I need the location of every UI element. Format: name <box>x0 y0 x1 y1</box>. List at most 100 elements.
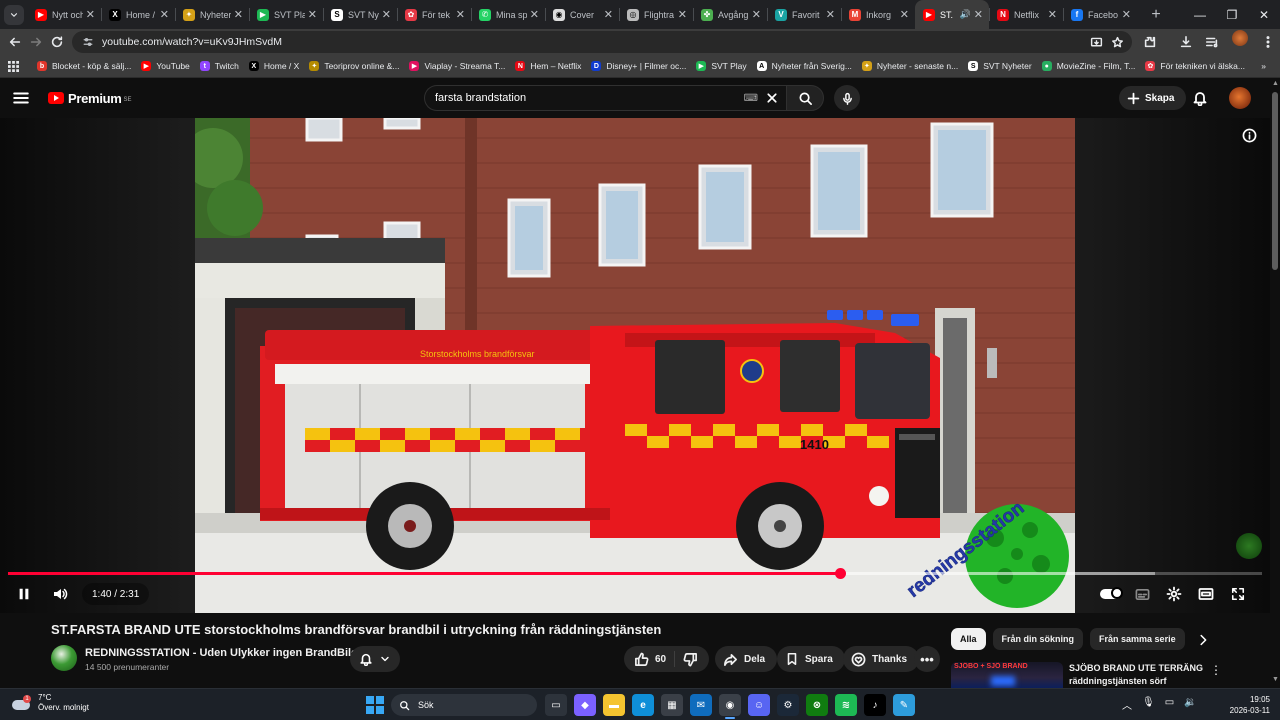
tray-overflow-chevron-icon[interactable]: ︿ <box>1122 697 1132 712</box>
tab-close-icon[interactable]: ✕ <box>678 8 687 21</box>
like-button[interactable]: 60 <box>634 652 666 667</box>
extensions-icon[interactable] <box>1138 30 1162 54</box>
page-scrollbar[interactable]: ▲ ▼ <box>1270 78 1280 688</box>
site-settings-icon[interactable] <box>82 36 94 48</box>
thanks-button[interactable]: Thanks <box>843 646 920 672</box>
filter-chip[interactable]: Alla <box>951 628 986 650</box>
bookmark-item[interactable]: D Disney+ | Filmer oc... <box>591 61 686 71</box>
browser-tab[interactable]: f Facebo ✕ <box>1063 0 1137 29</box>
filter-chip[interactable]: Från din sökning <box>992 628 1084 650</box>
kebab-menu-icon[interactable] <box>1256 30 1280 54</box>
tab-close-icon[interactable]: ✕ <box>234 8 243 21</box>
bookmark-item[interactable]: X Home / X <box>248 61 299 71</box>
chrome-icon[interactable]: ◉ <box>719 694 741 719</box>
volume-icon[interactable] <box>46 583 74 605</box>
browser-tab[interactable]: V Favorit ✕ <box>767 0 841 29</box>
channel-name[interactable]: REDNINGSSTATION - Uden Ulykker ingen Bra… <box>85 647 361 659</box>
windows-start-icon[interactable] <box>366 696 384 714</box>
tab-close-icon[interactable]: ✕ <box>1122 8 1131 21</box>
bookmark-item[interactable]: ✦ Nyheter - senaste n... <box>861 61 958 71</box>
tab-close-icon[interactable]: ✕ <box>974 8 983 21</box>
tab-close-icon[interactable]: ✕ <box>604 8 613 21</box>
mail-icon[interactable]: ✉ <box>690 694 712 716</box>
address-bar[interactable]: youtube.com/watch?v=uKv9JHmSvdM <box>71 31 1132 53</box>
minimize-icon[interactable]: — <box>1184 0 1216 29</box>
scrollbar-thumb[interactable] <box>1272 92 1278 270</box>
copilot-icon[interactable]: ◆ <box>574 694 596 716</box>
channel-avatar[interactable] <box>51 645 77 671</box>
browser-tab[interactable]: ✦ Nyheter ✕ <box>175 0 249 29</box>
tab-close-icon[interactable]: ✕ <box>86 8 95 21</box>
bookmarks-overflow-icon[interactable]: » <box>1261 61 1266 71</box>
theater-mode-icon[interactable] <box>1192 583 1220 605</box>
bookmark-item[interactable]: t Twitch <box>199 61 239 71</box>
scroll-down-arrow-icon[interactable]: ▼ <box>1272 676 1279 683</box>
network-icon[interactable]: ▭ <box>1165 697 1174 712</box>
endcard-channel-thumbnail[interactable] <box>1236 533 1262 559</box>
search-button[interactable] <box>786 85 824 111</box>
xbox-icon[interactable]: ⊗ <box>806 694 828 716</box>
close-window-icon[interactable]: ✕ <box>1248 0 1280 29</box>
hamburger-menu-icon[interactable] <box>12 89 36 107</box>
tab-close-icon[interactable]: ✕ <box>160 8 169 21</box>
file-explorer-icon[interactable]: ▬ <box>603 694 625 716</box>
browser-tab[interactable]: N Netflix ✕ <box>989 0 1063 29</box>
tab-close-icon[interactable]: ✕ <box>308 8 317 21</box>
keyboard-icon[interactable]: ⌨ <box>744 93 758 104</box>
taskbar-clock[interactable]: 19:05 2026-03-11 <box>1222 694 1270 716</box>
microphone-icon[interactable]: 🎙 <box>1142 697 1155 712</box>
share-button[interactable]: Dela <box>715 646 778 672</box>
voice-search-mic-icon[interactable] <box>834 85 860 111</box>
scroll-up-arrow-icon[interactable]: ▲ <box>1272 80 1279 87</box>
apps-grid-icon[interactable] <box>8 60 19 72</box>
video-frame[interactable]: Storstockholms brandförsvar 1410 redning… <box>195 118 1075 613</box>
tab-search-chevron-icon[interactable] <box>4 4 24 25</box>
browser-tab[interactable]: ✿ För tek ✕ <box>397 0 471 29</box>
settings-gear-icon[interactable] <box>1160 583 1188 605</box>
weather-widget[interactable]: 1 7°C Överv. molnigt <box>12 693 89 713</box>
save-button[interactable]: Spara <box>777 646 845 672</box>
install-app-icon[interactable] <box>1090 36 1103 49</box>
bookmark-star-icon[interactable] <box>1111 36 1124 49</box>
search-input[interactable]: farsta brandstation ⌨ <box>424 85 786 111</box>
tab-close-icon[interactable]: ✕ <box>456 8 465 21</box>
edge-icon[interactable]: e <box>632 694 654 716</box>
steam-icon[interactable]: ⚙ <box>777 694 799 716</box>
subscribed-notifications-button[interactable] <box>350 646 400 672</box>
chevron-right-icon[interactable] <box>1196 633 1210 647</box>
profile-avatar[interactable] <box>1231 30 1248 46</box>
more-actions-icon[interactable]: ••• <box>914 646 940 672</box>
recommendation-menu-icon[interactable]: ⋮ <box>1210 663 1222 677</box>
browser-tab[interactable]: ◎ Flightra ✕ <box>619 0 693 29</box>
restore-icon[interactable]: ❐ <box>1216 0 1248 29</box>
bookmark-item[interactable]: A Nyheter från Sverig... <box>756 61 852 71</box>
bookmark-item[interactable]: ● MovieZine - Film, T... <box>1041 61 1135 71</box>
browser-tab[interactable]: M Inkorg ✕ <box>841 0 915 29</box>
tiktok-icon[interactable]: ♪ <box>864 694 886 716</box>
url-text[interactable]: youtube.com/watch?v=uKv9JHmSvdM <box>102 36 1090 48</box>
browser-tab[interactable]: ✆ Mina sp ✕ <box>471 0 545 29</box>
spotify-icon[interactable]: ≋ <box>835 694 857 716</box>
bookmark-item[interactable]: S SVT Nyheter <box>968 61 1032 71</box>
download-icon[interactable] <box>1174 30 1198 54</box>
info-icon[interactable] <box>1242 128 1257 143</box>
subtitles-icon[interactable] <box>1128 583 1156 605</box>
browser-tab[interactable]: ▶ Nytt och ✕ <box>27 0 101 29</box>
video-progress-bar[interactable] <box>8 568 1262 579</box>
new-tab-button[interactable]: + <box>1143 6 1169 24</box>
search-query[interactable]: farsta brandstation <box>435 92 744 104</box>
bookmark-item[interactable]: b Blocket - köp & sälj... <box>37 61 131 71</box>
video-player[interactable]: Storstockholms brandförsvar 1410 redning… <box>0 118 1270 613</box>
fullscreen-icon[interactable] <box>1224 583 1252 605</box>
notifications-bell-icon[interactable] <box>1192 90 1208 106</box>
bookmark-item[interactable]: ▶ YouTube <box>141 61 190 71</box>
browser-tab[interactable]: ▶ ST. 🔊 ✕ <box>915 0 989 29</box>
browser-tab[interactable]: X Home / X✕ <box>101 0 175 29</box>
bookmark-item[interactable]: ✿ För tekniken vi älska... <box>1145 61 1245 71</box>
pause-icon[interactable] <box>10 583 38 605</box>
store-icon[interactable]: ▦ <box>661 694 683 716</box>
bookmark-item[interactable]: ✦ Teoriprov online &... <box>309 61 399 71</box>
account-avatar[interactable] <box>1229 87 1251 109</box>
bookmark-item[interactable]: N Hem – Netflix <box>515 61 581 71</box>
browser-tab[interactable]: ✤ Avgång ✕ <box>693 0 767 29</box>
